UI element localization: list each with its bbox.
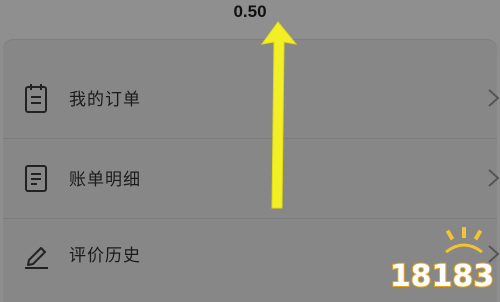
menu-item-label: 账单明细 [69, 170, 141, 190]
chevron-right-icon [488, 169, 500, 187]
chevron-right-icon [488, 89, 500, 107]
clipboard-icon [25, 84, 47, 113]
pen-icon [25, 247, 48, 269]
menu-item-label: 评价历史 [69, 246, 141, 266]
up-arrow-annotation [260, 21, 298, 209]
document-icon [25, 165, 47, 192]
svg-text:18183: 18183 [390, 259, 494, 294]
menu-item-label: 我的订单 [69, 90, 141, 110]
watermark-logo: 18183 [389, 227, 495, 295]
